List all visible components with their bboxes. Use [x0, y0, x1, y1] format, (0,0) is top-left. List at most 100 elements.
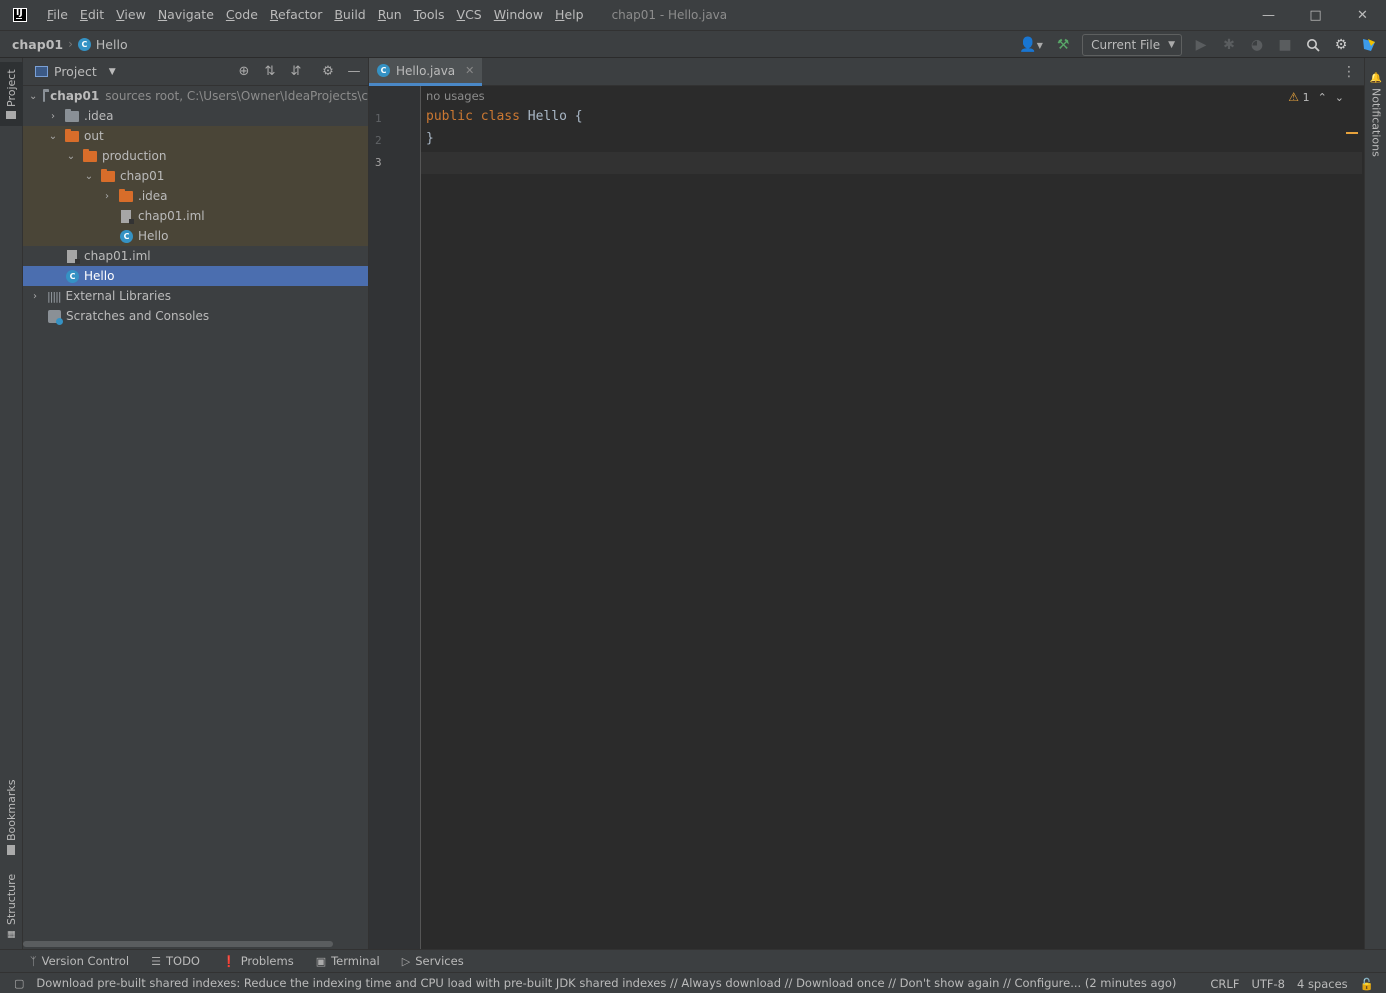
- lock-icon[interactable]: 🔓: [1360, 977, 1374, 991]
- menu-tools[interactable]: Tools: [408, 0, 451, 30]
- tree-row-external-libraries[interactable]: › ||||| External Libraries: [23, 286, 368, 306]
- menu-code[interactable]: Code: [220, 0, 264, 30]
- inspection-widget[interactable]: ⚠ 1 ⌃ ⌄: [1288, 90, 1344, 104]
- notifications-tool-tab[interactable]: 🔔 Notifications: [1365, 68, 1386, 157]
- bookmarks-tool-tab[interactable]: Bookmarks: [0, 776, 23, 858]
- warning-stripe-mark[interactable]: [1346, 132, 1358, 134]
- tree-row-production-idea[interactable]: › .idea: [23, 186, 368, 206]
- tree-row-hello[interactable]: C Hello: [23, 266, 368, 286]
- brace: {: [574, 109, 583, 124]
- more-options-icon[interactable]: ⋮: [1342, 64, 1356, 80]
- window-title: chap01 - Hello.java: [611, 8, 728, 22]
- tree-row-production[interactable]: ⌄ production: [23, 146, 368, 166]
- close-icon[interactable]: ✕: [465, 64, 474, 77]
- jetbrains-toolbox-icon[interactable]: [1360, 36, 1378, 54]
- menu-edit[interactable]: Edit: [74, 0, 110, 30]
- tree-label: chap01.iml: [138, 209, 205, 223]
- tree-row-production-iml[interactable]: chap01.iml: [23, 206, 368, 226]
- tree-label: Hello: [138, 229, 169, 243]
- stop-icon[interactable]: ■: [1276, 36, 1294, 54]
- menu-file[interactable]: File: [41, 0, 74, 30]
- indent-widget[interactable]: 4 spaces: [1297, 977, 1348, 991]
- chevron-right-icon[interactable]: ›: [47, 111, 59, 122]
- breadcrumb-project[interactable]: chap01: [12, 37, 63, 52]
- tree-row-production-hello[interactable]: C Hello: [23, 226, 368, 246]
- terminal-tab[interactable]: ▣ Terminal: [316, 954, 380, 968]
- previous-highlight-icon[interactable]: ⌃: [1318, 91, 1327, 104]
- branch-icon: ᛉ: [30, 954, 37, 968]
- menu-run[interactable]: Run: [372, 0, 408, 30]
- code-line-1[interactable]: public class Hello {: [426, 109, 583, 124]
- excluded-folder-icon: [119, 188, 133, 202]
- class-name: Hello: [527, 109, 567, 124]
- main-menu: File Edit View Navigate Code Refactor Build Run…: [41, 0, 590, 30]
- current-line-highlight: [421, 152, 1362, 174]
- debug-icon[interactable]: ✱: [1220, 36, 1238, 54]
- chevron-down-icon[interactable]: ⌄: [29, 91, 37, 102]
- next-highlight-icon[interactable]: ⌄: [1335, 91, 1344, 104]
- services-tab[interactable]: ▷ Services: [402, 954, 464, 968]
- settings-gear-icon[interactable]: ⚙: [1332, 36, 1350, 54]
- search-icon[interactable]: [1304, 36, 1322, 54]
- tab-hello-java[interactable]: C Hello.java ✕: [369, 58, 483, 86]
- menu-window[interactable]: Window: [488, 0, 549, 30]
- keyword: public: [426, 109, 473, 124]
- tree-row-scratches[interactable]: Scratches and Consoles: [23, 306, 368, 326]
- status-message[interactable]: Download pre-built shared indexes: Reduc…: [36, 976, 1186, 990]
- library-icon: |||||: [47, 289, 61, 303]
- chevron-right-icon[interactable]: ›: [29, 291, 41, 302]
- menu-build[interactable]: Build: [328, 0, 371, 30]
- hide-panel-icon[interactable]: —: [346, 63, 362, 79]
- window-controls: — □ ✕: [1245, 0, 1386, 30]
- todo-tab[interactable]: ☰ TODO: [151, 954, 200, 968]
- menu-view[interactable]: View: [110, 0, 152, 30]
- tree-row-iml[interactable]: chap01.iml: [23, 246, 368, 266]
- collapse-all-icon[interactable]: ⇵: [288, 63, 304, 79]
- maximize-button[interactable]: □: [1292, 0, 1339, 30]
- coverage-icon[interactable]: ◕: [1248, 36, 1266, 54]
- menu-navigate[interactable]: Navigate: [152, 0, 220, 30]
- run-icon[interactable]: ▶: [1192, 36, 1210, 54]
- menu-refactor[interactable]: Refactor: [264, 0, 328, 30]
- problems-tab[interactable]: ❗ Problems: [222, 954, 294, 968]
- line-separator-widget[interactable]: CRLF: [1210, 977, 1239, 991]
- chevron-down-icon[interactable]: ▼: [109, 67, 116, 77]
- menu-help[interactable]: Help: [549, 0, 590, 30]
- tree-row-production-chap01[interactable]: ⌄ chap01: [23, 166, 368, 186]
- folder-icon: [65, 108, 79, 122]
- tree-label: Hello: [84, 269, 115, 283]
- chevron-right-icon[interactable]: ›: [101, 191, 113, 202]
- version-control-tab[interactable]: ᛉ Version Control: [30, 954, 129, 968]
- encoding-widget[interactable]: UTF-8: [1251, 977, 1285, 991]
- horizontal-scrollbar[interactable]: [23, 941, 333, 947]
- code-line-2[interactable]: }: [426, 131, 434, 146]
- run-configuration-select[interactable]: Current File ▼: [1082, 34, 1182, 56]
- chevron-down-icon[interactable]: ⌄: [65, 151, 77, 162]
- chevron-down-icon[interactable]: ⌄: [83, 171, 95, 182]
- class-icon: C: [77, 37, 91, 51]
- build-hammer-icon[interactable]: ⚒: [1054, 36, 1072, 54]
- tree-row-idea[interactable]: › .idea: [23, 106, 368, 126]
- code-editor[interactable]: no usages public class Hello { } ⚠ 1 ⌃ ⌄: [421, 86, 1364, 949]
- expand-all-icon[interactable]: ⇅: [262, 63, 278, 79]
- tree-label: chap01: [50, 89, 100, 103]
- toggle-tool-windows-icon[interactable]: ▢: [14, 977, 24, 990]
- project-panel-title[interactable]: Project: [54, 64, 97, 79]
- usage-hint[interactable]: no usages: [426, 89, 485, 103]
- locate-file-icon[interactable]: ⊕: [236, 63, 252, 79]
- breadcrumb-file[interactable]: Hello: [96, 37, 128, 52]
- tree-row-out[interactable]: ⌄ out: [23, 126, 368, 146]
- left-tool-stripe: Project Bookmarks ▦ Structure: [0, 58, 23, 949]
- structure-tool-tab[interactable]: ▦ Structure: [0, 872, 23, 940]
- chevron-down-icon[interactable]: ⌄: [47, 131, 59, 142]
- keyword: class: [480, 109, 520, 124]
- user-account-icon[interactable]: 👤 ▼: [1018, 36, 1044, 54]
- line-number: 2: [375, 134, 382, 147]
- project-tool-tab[interactable]: Project: [0, 62, 23, 126]
- minimize-button[interactable]: —: [1245, 0, 1292, 30]
- gear-icon[interactable]: ⚙: [320, 63, 336, 79]
- tree-row-root[interactable]: ⌄ chap01 sources root, C:\Users\Owner\Id…: [23, 86, 368, 106]
- warning-indicator[interactable]: ⚠ 1: [1288, 90, 1309, 104]
- close-button[interactable]: ✕: [1339, 0, 1386, 30]
- menu-vcs[interactable]: VCS: [451, 0, 488, 30]
